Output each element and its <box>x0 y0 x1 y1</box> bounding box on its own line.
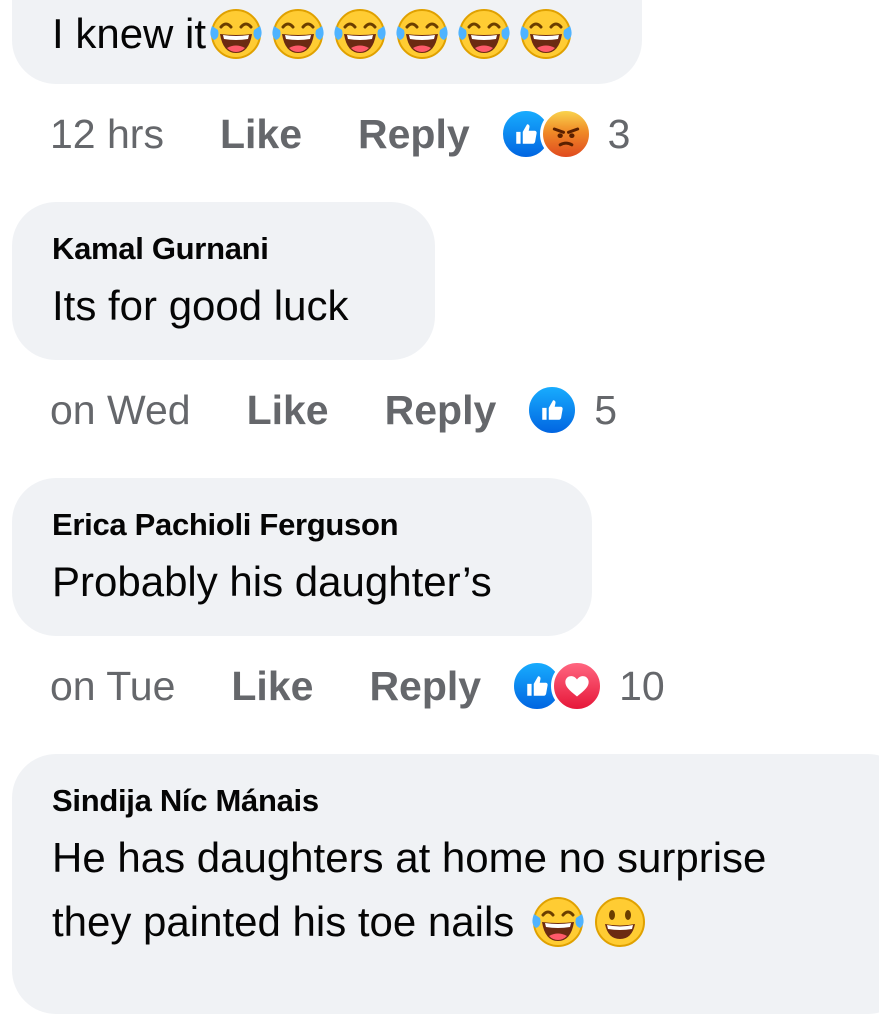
comment-author[interactable]: Sindija Níc Mánais <box>52 783 319 819</box>
angry-reaction-icon <box>539 108 592 160</box>
comment-actions: 12 hrs Like Reply 3 <box>50 104 630 164</box>
comment-timestamp: 12 hrs <box>50 110 164 157</box>
comment-actions: on Wed Like Reply 5 <box>50 380 617 440</box>
grinning-face-emoji-icon <box>592 894 648 950</box>
reply-button[interactable]: Reply <box>369 663 481 710</box>
comment-text-content: they painted his toe nails <box>52 898 515 945</box>
tears-of-joy-emoji-icon <box>518 6 574 62</box>
comment-text-line: they painted his toe nails <box>52 892 648 952</box>
reply-button[interactable]: Reply <box>358 111 470 158</box>
like-button[interactable]: Like <box>220 111 302 158</box>
tears-of-joy-emoji-icon <box>394 6 450 62</box>
tears-of-joy-emoji-icon <box>208 6 264 62</box>
love-reaction-icon <box>551 660 604 712</box>
comment-author[interactable]: Kamal Gurnani <box>52 231 269 267</box>
tears-of-joy-emoji-icon <box>332 6 388 62</box>
comment-text-line: He has daughters at home no surprise <box>52 834 767 881</box>
comment-author[interactable]: Erica Pachioli Ferguson <box>52 507 399 543</box>
reaction-summary[interactable]: 3 <box>499 108 631 160</box>
comment-text-content: I knew it <box>52 10 207 57</box>
comment-bubble: Sindija Níc Mánais He has daughters at h… <box>12 754 879 1014</box>
comment-text: Probably his daughter’s <box>52 558 492 605</box>
reaction-summary[interactable]: 10 <box>511 660 665 712</box>
like-reaction-icon <box>526 384 579 436</box>
reaction-count: 3 <box>607 110 631 157</box>
reply-button[interactable]: Reply <box>385 387 497 434</box>
comment-timestamp: on Wed <box>50 386 191 433</box>
tears-of-joy-emoji-icon <box>456 6 512 62</box>
tears-of-joy-emoji-icon <box>530 894 586 950</box>
reaction-count: 5 <box>594 386 618 433</box>
like-button[interactable]: Like <box>231 663 313 710</box>
comment-bubble: I knew it <box>12 0 642 84</box>
like-button[interactable]: Like <box>247 387 329 434</box>
comment-bubble: Kamal Gurnani Its for good luck <box>12 202 435 360</box>
comment-text: I knew it <box>52 6 574 62</box>
comment-bubble: Erica Pachioli Ferguson Probably his dau… <box>12 478 592 636</box>
reaction-summary[interactable]: 5 <box>526 384 617 436</box>
reaction-count: 10 <box>619 662 665 709</box>
comment-actions: on Tue Like Reply 10 <box>50 656 665 716</box>
comment-timestamp: on Tue <box>50 662 176 709</box>
tears-of-joy-emoji-icon <box>270 6 326 62</box>
comment-text: Its for good luck <box>52 282 349 329</box>
